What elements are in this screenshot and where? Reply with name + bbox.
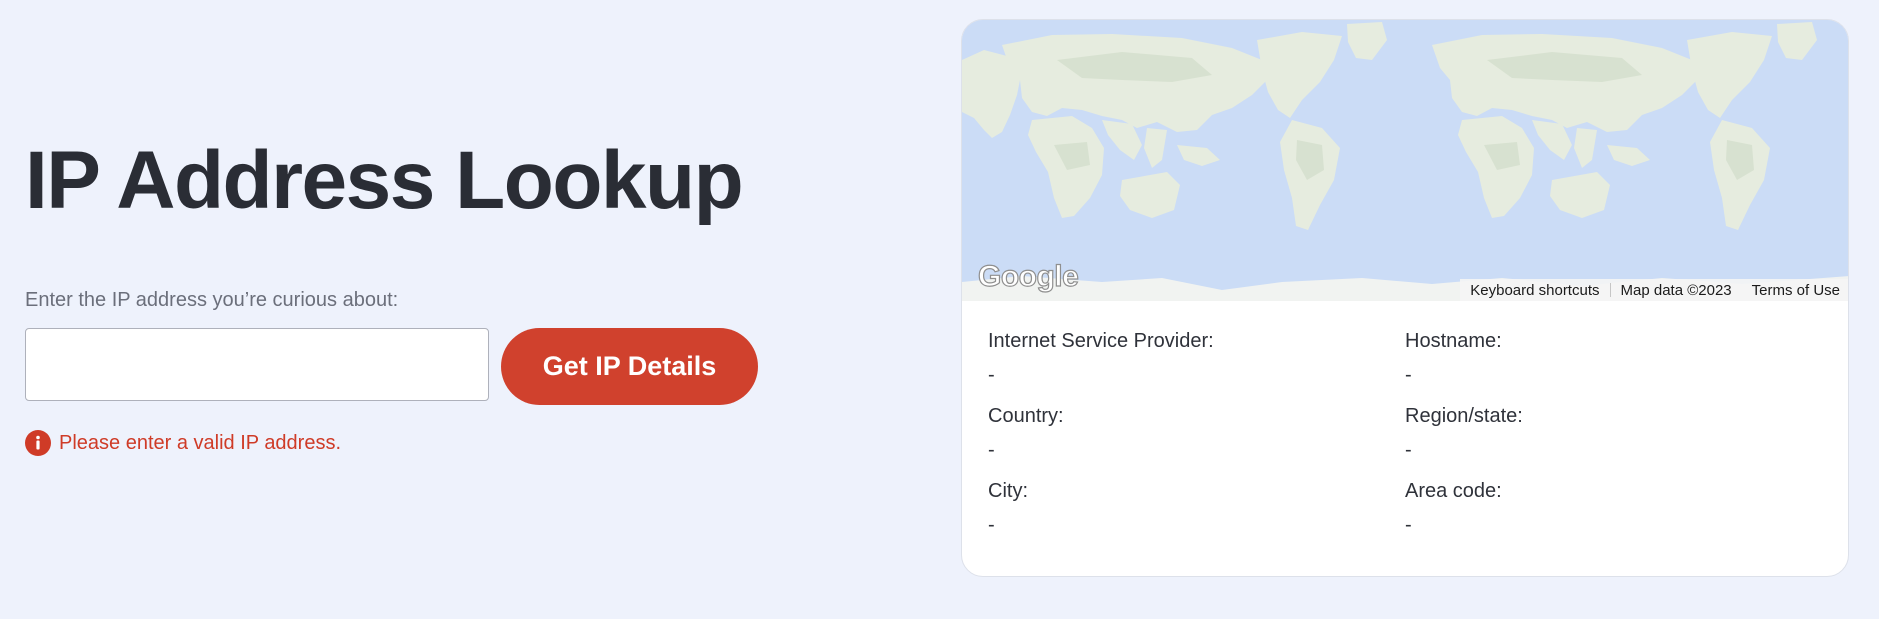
detail-value: - <box>1405 439 1412 461</box>
ip-details-card: Google Keyboard shortcuts Map data ©2023… <box>961 19 1849 577</box>
page-title: IP Address Lookup <box>25 135 744 226</box>
detail-label: Hostname: <box>1405 330 1502 352</box>
terms-of-use-link[interactable]: Terms of Use <box>1742 282 1848 299</box>
info-circle-icon <box>25 430 51 456</box>
detail-value: - <box>1405 364 1412 386</box>
detail-value: - <box>988 439 995 461</box>
detail-region: Region/state: - <box>1405 404 1785 462</box>
ip-address-input[interactable] <box>25 328 489 401</box>
detail-area-code: Area code: - <box>1405 479 1785 537</box>
detail-label: Internet Service Provider: <box>988 330 1214 352</box>
ip-input-label: Enter the IP address you’re curious abou… <box>25 289 399 311</box>
world-map[interactable]: Google Keyboard shortcuts Map data ©2023… <box>962 20 1848 301</box>
validation-error: Please enter a valid IP address. <box>25 430 341 456</box>
detail-value: - <box>988 514 995 536</box>
map-attribution-bar: Keyboard shortcuts Map data ©2023 Terms … <box>1460 279 1848 301</box>
detail-hostname: Hostname: - <box>1405 329 1785 387</box>
keyboard-shortcuts-link[interactable]: Keyboard shortcuts <box>1460 282 1609 299</box>
google-logo: Google <box>977 259 1079 293</box>
detail-country: Country: - <box>988 404 1368 462</box>
detail-label: City: <box>988 480 1028 502</box>
lookup-form-section: IP Address Lookup Enter the IP address y… <box>25 0 925 619</box>
ip-details-grid: Internet Service Provider: - Hostname: -… <box>988 329 1828 559</box>
detail-city: City: - <box>988 479 1368 537</box>
detail-isp: Internet Service Provider: - <box>988 329 1368 387</box>
detail-label: Region/state: <box>1405 405 1523 427</box>
detail-value: - <box>988 364 995 386</box>
detail-value: - <box>1405 514 1412 536</box>
map-tiles <box>962 20 1848 301</box>
detail-label: Country: <box>988 405 1064 427</box>
get-ip-details-button[interactable]: Get IP Details <box>501 328 758 405</box>
detail-label: Area code: <box>1405 480 1502 502</box>
error-message: Please enter a valid IP address. <box>59 431 342 454</box>
map-data-text: Map data ©2023 <box>1620 281 1732 299</box>
